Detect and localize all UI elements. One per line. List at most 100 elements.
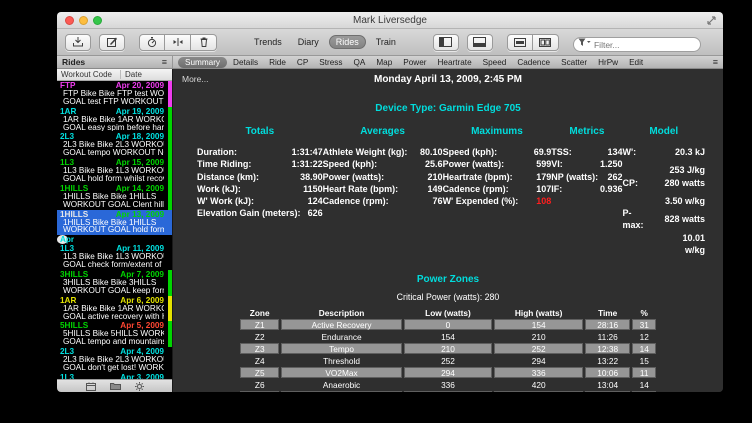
metric-label: IF: [551,183,562,195]
sidebar-title: Rides [62,57,85,67]
ride-list-item[interactable]: 1L3 Apr 3, 2009 [57,373,172,379]
analysis-tab[interactable]: Ride [264,58,291,67]
analysis-tab[interactable]: Heartrate [433,58,477,67]
ride-list-item[interactable]: 3HILLS Apr 7, 2009 3HILLS Bike Bike 3HIL… [57,270,172,296]
metric-value: 134 [607,146,622,158]
compose-button[interactable] [99,34,125,51]
zone-pct: 12 [632,331,656,342]
metric-row: Heartrate (bpm):179 [443,171,552,183]
toolbar: Trends Diary Rides Train [57,29,723,56]
settings-button[interactable] [135,382,144,391]
analysis-tab[interactable]: Edit [624,58,648,67]
column-title: Metrics [551,126,622,137]
zone-high: 336 [494,367,583,378]
zone-high: MAX [494,391,583,392]
analysis-tab[interactable]: QA [349,58,371,67]
metric-value: 280 watts [664,177,705,189]
folder-button[interactable] [110,382,121,390]
analysis-tab[interactable]: Stress [314,58,347,67]
ride-list-item[interactable]: Apr 12, 2009 Bike [57,235,68,244]
filter-input[interactable] [573,37,701,52]
metric-value: 3.50 w/kg [665,195,705,207]
import-button[interactable] [65,34,91,51]
sidebar-menu-icon[interactable]: ≡ [162,58,167,67]
fullscreen-icon[interactable] [706,15,717,26]
analysis-tab[interactable]: Scatter [556,58,592,67]
ride-date: Apr 4, 2009 [120,348,164,356]
view-tab[interactable]: Rides [329,35,366,49]
column-title: Averages [323,126,443,137]
metric-row: 10.01 [623,232,705,244]
ride-workout-code: 2L3 [60,348,74,356]
zone-description: Endurance [281,331,401,342]
ride-list-item[interactable]: 1HILLS Apr 14, 2009 1HILLS Bike Bike 1HI… [57,184,172,210]
ride-list-item[interactable]: 2L3 Apr 4, 2009 2L3 Bike Bike 2L3 WORKOU… [57,347,172,373]
ride-date: Apr 11, 2009 [116,245,164,253]
analysis-tab[interactable]: HrPw [593,58,623,67]
analysis-tab[interactable]: CP [292,58,313,67]
analysis-tab[interactable]: Map [371,58,397,67]
metric-label: Time Riding: [197,158,251,170]
split-button[interactable] [165,34,191,51]
ride-sidebar: Workout Code Date FTP Apr 20, 2009 FTP B… [57,69,173,392]
sidebar-footer [57,379,172,392]
ride-list-item[interactable]: 1L3 Apr 15, 2009 1L3 Bike Bike 1L3 WORKO… [57,158,172,184]
analysis-tab[interactable]: Power [398,58,431,67]
ride-list-item[interactable]: FTP Apr 20, 2009 FTP Bike Bike FTP test … [57,81,172,107]
analysis-tab[interactable]: Speed [478,58,512,67]
metric-value: 599 [536,158,551,170]
zone-pct: 14 [632,343,656,354]
column-workout-code[interactable]: Workout Code [57,70,121,79]
tiled-view-button[interactable] [533,34,559,51]
header-low: Low (watts) [404,307,493,318]
sidebar-toggle-button[interactable] [433,34,459,51]
metric-label: Power (watts): [323,171,385,183]
ride-description-line1: 1HILLS Bike Bike 1HILLS [60,219,164,227]
view-tab[interactable]: Trends [248,36,288,48]
zone-time: 11:26 [585,331,630,342]
summary-column-totals: Totals Duration:1:31:47Time Riding:1:31:… [197,126,323,256]
ride-list-item[interactable]: 1AR Apr 6, 2009 1AR Bike Bike 1AR WORKOU… [57,296,172,322]
delete-button[interactable] [191,34,217,51]
analysis-tab[interactable]: Summary [178,57,227,68]
ride-list-item[interactable]: 1L3 Apr 11, 2009 1L3 Bike Bike 1L3 WORKO… [57,244,172,270]
ride-description-line2: WORKOUT GOAL Clent hills - try [60,201,164,209]
metric-row: IF:0.936 [551,183,622,195]
app-window: Mark Liversedge TrendsDiaryRidesT [57,12,723,392]
ride-list-item[interactable]: 1HILLS Apr 13, 2009 1HILLS Bike Bike 1HI… [57,210,172,236]
lowbar-toggle-button[interactable] [467,34,493,51]
single-view-button[interactable] [507,34,533,51]
metric-label: Duration: [197,146,237,158]
ride-list-item[interactable]: 5HILLS Apr 5, 2009 5HILLS Bike 5HILLS WO… [57,321,172,347]
stopwatch-button[interactable] [139,34,165,51]
calendar-button[interactable] [86,382,96,391]
close-button[interactable] [65,16,74,25]
metric-row: Duration:1:31:47 [197,146,323,158]
zone-description: Anaerobic [281,379,401,390]
metric-row: w/kg [623,244,705,256]
zoom-button[interactable] [93,16,102,25]
ride-list-item[interactable]: 1AR Apr 19, 2009 1AR Bike Bike 1AR WORKO… [57,107,172,133]
panel-left-icon [439,37,452,47]
column-date[interactable]: Date [121,70,142,79]
minimize-button[interactable] [79,16,88,25]
more-link[interactable]: More... [182,74,208,84]
tabbar-menu-icon[interactable]: ≡ [713,58,723,67]
ride-workout-code: 1L3 [60,374,74,379]
metric-label: Heart Rate (bpm): [323,183,399,195]
metric-row: CP:280 watts [623,177,705,189]
analysis-tab[interactable]: Cadence [512,58,555,67]
header-description: Description [281,307,401,318]
view-tab[interactable]: Train [370,36,402,48]
ride-list-item[interactable]: 2L3 Apr 18, 2009 2L3 Bike Bike 2L3 WORKO… [57,132,172,158]
metric-row: Cadence (rpm):107 [443,183,552,195]
metric-row: VI:1.250 [551,158,622,170]
critical-power-subtitle: Critical Power (watts): 280 [173,292,723,302]
metric-value: 69.9 [534,146,552,158]
ride-workout-code: 1HILLS [60,185,88,193]
compose-icon [106,36,118,48]
zone-pct: 15 [632,355,656,366]
view-tab[interactable]: Diary [292,36,325,48]
filter-funnel-icon[interactable] [578,38,591,47]
analysis-tab[interactable]: Details [228,58,263,67]
